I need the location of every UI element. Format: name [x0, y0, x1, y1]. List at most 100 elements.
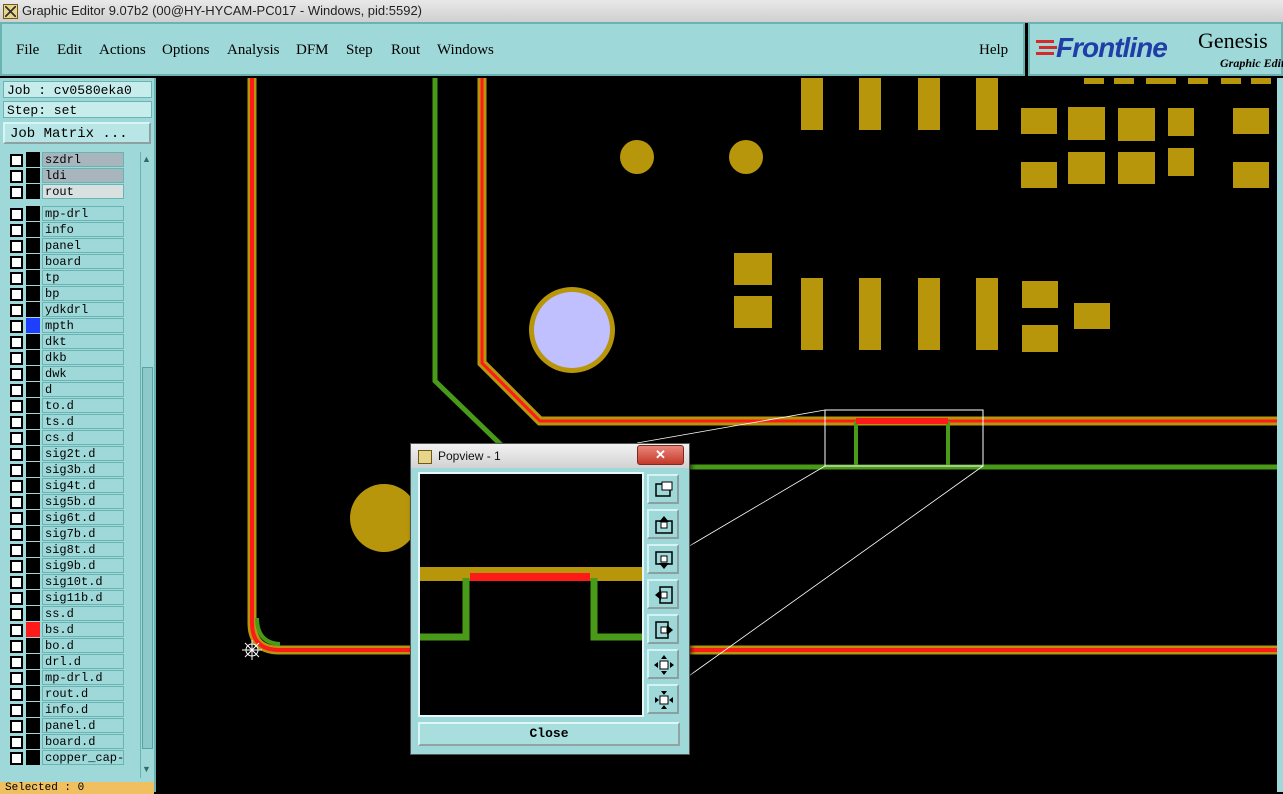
layer-name[interactable]: panel.d	[42, 718, 124, 733]
layer-row[interactable]: sig10t.d	[3, 574, 139, 590]
layer-name[interactable]: mpth	[42, 318, 124, 333]
layer-color-swatch[interactable]	[26, 302, 40, 317]
layer-color-swatch[interactable]	[26, 750, 40, 765]
zoom-in-button[interactable]	[647, 684, 679, 714]
popview-title-bar[interactable]: Popview - 1 ✕	[411, 444, 689, 468]
scrollbar-thumb[interactable]	[142, 367, 153, 749]
pan-up-button[interactable]	[647, 509, 679, 539]
layer-row[interactable]: info.d	[3, 702, 139, 718]
layer-row[interactable]: szdrl	[3, 152, 139, 168]
job-matrix-button[interactable]: Job Matrix ...	[3, 122, 151, 144]
menu-dfm[interactable]: DFM	[296, 42, 329, 59]
layer-color-swatch[interactable]	[26, 334, 40, 349]
layer-checkbox[interactable]	[10, 608, 23, 621]
layer-checkbox[interactable]	[10, 544, 23, 557]
layer-name[interactable]: dkt	[42, 334, 124, 349]
menu-file[interactable]: File	[16, 42, 39, 59]
layer-name[interactable]: mp-drl	[42, 206, 124, 221]
layer-name[interactable]: rout.d	[42, 686, 124, 701]
layer-checkbox[interactable]	[10, 656, 23, 669]
layer-row[interactable]: sig6t.d	[3, 510, 139, 526]
layer-name[interactable]: sig7b.d	[42, 526, 124, 541]
layer-checkbox[interactable]	[10, 384, 23, 397]
popview-close-icon[interactable]: ✕	[637, 445, 684, 465]
layer-name[interactable]: ldi	[42, 168, 124, 183]
layer-checkbox[interactable]	[10, 208, 23, 221]
layer-color-swatch[interactable]	[26, 686, 40, 701]
layer-color-swatch[interactable]	[26, 638, 40, 653]
layer-row[interactable]: ss.d	[3, 606, 139, 622]
layer-color-swatch[interactable]	[26, 718, 40, 733]
layer-name[interactable]: tp	[42, 270, 124, 285]
layer-checkbox[interactable]	[10, 640, 23, 653]
menu-actions[interactable]: Actions	[99, 42, 146, 59]
layer-color-swatch[interactable]	[26, 430, 40, 445]
layer-color-swatch[interactable]	[26, 222, 40, 237]
layer-checkbox[interactable]	[10, 416, 23, 429]
layer-row[interactable]: drl.d	[3, 654, 139, 670]
layer-row[interactable]: sig7b.d	[3, 526, 139, 542]
layer-color-swatch[interactable]	[26, 446, 40, 461]
layer-row[interactable]: panel.d	[3, 718, 139, 734]
layer-row[interactable]: sig9b.d	[3, 558, 139, 574]
menu-options[interactable]: Options	[162, 42, 210, 59]
popview-close-button[interactable]: Close	[418, 722, 680, 746]
layer-name[interactable]: bp	[42, 286, 124, 301]
layer-color-swatch[interactable]	[26, 462, 40, 477]
layer-name[interactable]: dkb	[42, 350, 124, 365]
layer-checkbox[interactable]	[10, 480, 23, 493]
layer-name[interactable]: ts.d	[42, 414, 124, 429]
layer-name[interactable]: rout	[42, 184, 124, 199]
layer-name[interactable]: sig4t.d	[42, 478, 124, 493]
layer-row[interactable]: to.d	[3, 398, 139, 414]
layer-color-swatch[interactable]	[26, 398, 40, 413]
layer-checkbox[interactable]	[10, 592, 23, 605]
layer-color-swatch[interactable]	[26, 414, 40, 429]
layer-name[interactable]: cs.d	[42, 430, 124, 445]
layer-color-swatch[interactable]	[26, 184, 40, 199]
layer-row[interactable]: copper_cap-t	[3, 750, 139, 766]
menu-rout[interactable]: Rout	[391, 42, 420, 59]
layer-name[interactable]: bo.d	[42, 638, 124, 653]
layer-checkbox[interactable]	[10, 368, 23, 381]
layer-name[interactable]: szdrl	[42, 152, 124, 167]
layer-color-swatch[interactable]	[26, 152, 40, 167]
layer-name[interactable]: sig2t.d	[42, 446, 124, 461]
layer-row[interactable]: cs.d	[3, 430, 139, 446]
graphic-canvas[interactable]	[156, 78, 1278, 792]
layer-name[interactable]: d	[42, 382, 124, 397]
layer-color-swatch[interactable]	[26, 286, 40, 301]
layer-row[interactable]: info	[3, 222, 139, 238]
layer-color-swatch[interactable]	[26, 478, 40, 493]
layer-row[interactable]: d	[3, 382, 139, 398]
layer-checkbox[interactable]	[10, 736, 23, 749]
layer-name[interactable]: to.d	[42, 398, 124, 413]
layer-row[interactable]: board	[3, 254, 139, 270]
layer-name[interactable]: board.d	[42, 734, 124, 749]
layer-row[interactable]: rout	[3, 184, 139, 200]
layer-color-swatch[interactable]	[26, 590, 40, 605]
layer-checkbox[interactable]	[10, 352, 23, 365]
layer-row[interactable]: ydkdrl	[3, 302, 139, 318]
layer-checkbox[interactable]	[10, 432, 23, 445]
layer-checkbox[interactable]	[10, 320, 23, 333]
layer-checkbox[interactable]	[10, 624, 23, 637]
layer-list-scrollbar[interactable]: ▲ ▼	[140, 152, 153, 778]
layer-color-swatch[interactable]	[26, 382, 40, 397]
layer-row[interactable]: sig5b.d	[3, 494, 139, 510]
layer-color-swatch[interactable]	[26, 574, 40, 589]
layer-color-swatch[interactable]	[26, 168, 40, 183]
layer-row[interactable]: dwk	[3, 366, 139, 382]
layer-name[interactable]: sig5b.d	[42, 494, 124, 509]
layer-name[interactable]: sig10t.d	[42, 574, 124, 589]
layer-checkbox[interactable]	[10, 240, 23, 253]
layer-row[interactable]: ts.d	[3, 414, 139, 430]
layer-row[interactable]: sig11b.d	[3, 590, 139, 606]
layer-row[interactable]: board.d	[3, 734, 139, 750]
layer-name[interactable]: bs.d	[42, 622, 124, 637]
menu-windows[interactable]: Windows	[437, 42, 494, 59]
pan-right-button[interactable]	[647, 614, 679, 644]
layer-checkbox[interactable]	[10, 224, 23, 237]
zoom-fit-button[interactable]	[647, 474, 679, 504]
layer-row[interactable]: tp	[3, 270, 139, 286]
